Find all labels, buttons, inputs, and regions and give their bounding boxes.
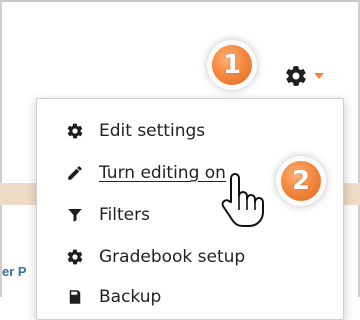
gear-icon — [286, 66, 306, 86]
menu-item-label: Edit settings — [99, 121, 206, 141]
partial-page-link[interactable]: er P — [2, 264, 27, 279]
menu-item-turn-editing-on[interactable]: Turn editing on — [65, 158, 226, 188]
step-callout-2: 2 — [281, 161, 321, 201]
menu-item-label: Gradebook setup — [99, 247, 246, 267]
backup-icon — [65, 287, 85, 307]
window-top-border — [0, 0, 360, 2]
window-left-border — [0, 0, 2, 297]
menu-item-edit-settings[interactable]: Edit settings — [65, 116, 205, 146]
chevron-down-icon — [314, 73, 324, 79]
menu-item-label: Turn editing on — [99, 163, 226, 183]
pencil-icon — [65, 163, 85, 183]
filter-icon — [65, 205, 85, 225]
menu-item-gradebook-setup[interactable]: Gradebook setup — [65, 242, 245, 272]
menu-item-filters[interactable]: Filters — [65, 200, 150, 230]
gear-icon — [65, 247, 85, 267]
gear-icon — [65, 121, 85, 141]
settings-dropdown-menu: Edit settings Turn editing on Filters Gr… — [36, 98, 344, 320]
menu-item-label: Backup — [99, 287, 162, 307]
hand-cursor-icon — [221, 173, 264, 227]
settings-menu-toggle[interactable] — [284, 63, 334, 89]
step-callout-1: 1 — [212, 45, 252, 85]
menu-item-backup[interactable]: Backup — [65, 282, 161, 312]
menu-item-label: Filters — [99, 205, 150, 225]
